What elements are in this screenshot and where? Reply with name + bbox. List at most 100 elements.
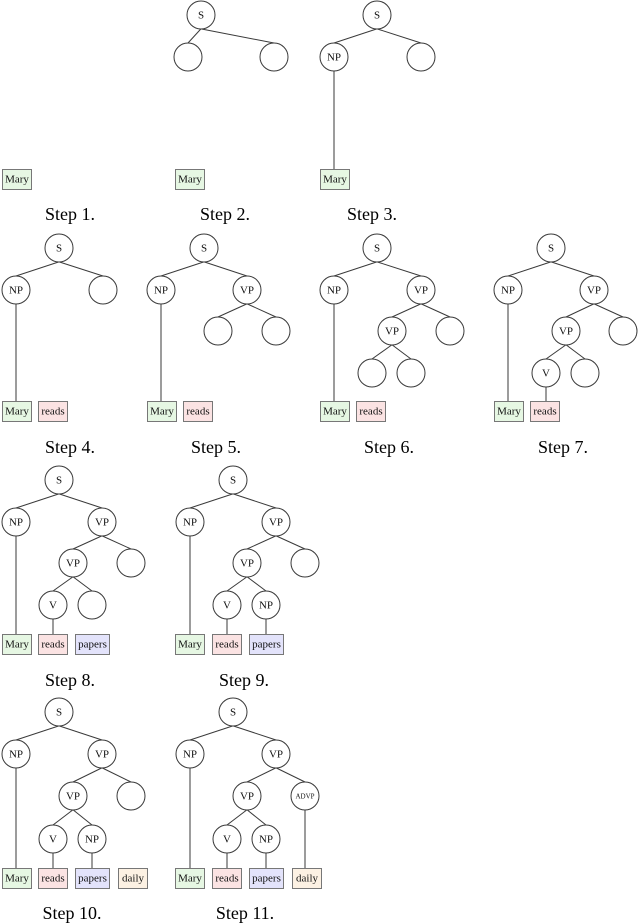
tree-edge bbox=[102, 535, 132, 550]
word-token-mary: Mary bbox=[147, 401, 177, 422]
node-label: S bbox=[56, 243, 62, 255]
tree-node-np: NP bbox=[175, 739, 205, 769]
node-label: NP bbox=[183, 517, 197, 529]
node-circle bbox=[406, 42, 436, 72]
word-text: daily bbox=[296, 873, 318, 885]
tree-node-v: V bbox=[212, 824, 242, 854]
word-text: reads bbox=[41, 639, 64, 651]
word-text: daily bbox=[122, 873, 144, 885]
tree-edge bbox=[246, 767, 276, 783]
tree-node-vp: VP bbox=[232, 548, 262, 578]
tree-node-vp: VP bbox=[261, 507, 291, 537]
step-label: Step 2. bbox=[200, 204, 250, 224]
tree-node-empty bbox=[396, 358, 426, 388]
word-text: papers bbox=[78, 873, 107, 885]
node-circle bbox=[357, 358, 387, 388]
tree-node-empty bbox=[88, 275, 118, 305]
tree-edge bbox=[226, 576, 247, 592]
node-circle bbox=[173, 42, 203, 72]
node-label: NP bbox=[9, 517, 23, 529]
node-label: VP bbox=[587, 285, 601, 297]
tree-node-empty bbox=[570, 358, 600, 388]
word-text: papers bbox=[252, 639, 281, 651]
tree-node-np: NP bbox=[175, 507, 205, 537]
tree-edge bbox=[226, 809, 248, 826]
tree-node-np: NP bbox=[493, 275, 523, 305]
step-panel: S NP VP VP V Mary reads papers Step 8. bbox=[1, 465, 146, 690]
word-text: Mary bbox=[150, 406, 174, 418]
word-text: Mary bbox=[178, 639, 202, 651]
node-label: VP bbox=[414, 285, 428, 297]
tree-node-empty bbox=[435, 316, 465, 346]
tree-node-empty bbox=[116, 781, 146, 811]
word-token-mary: Mary bbox=[2, 634, 32, 655]
tree-node-empty bbox=[203, 316, 233, 346]
tree-node-empty bbox=[406, 42, 436, 72]
step-panel: S NP VP VP V NP Mary reads papers daily Step 10. bbox=[1, 697, 148, 923]
tree-node-np: NP bbox=[146, 275, 176, 305]
step-label: Step 1. bbox=[45, 204, 95, 224]
step-panel: S NP VP VP V Mary reads Step 7. bbox=[493, 233, 638, 457]
word-token-mary: Mary bbox=[175, 634, 205, 655]
node-label: VP bbox=[95, 749, 109, 761]
tree-node-empty bbox=[259, 42, 289, 72]
tree-edge bbox=[371, 344, 392, 360]
tree-edge bbox=[160, 261, 204, 277]
tree-edge bbox=[276, 767, 306, 783]
node-label: NP bbox=[9, 285, 23, 297]
node-label: S bbox=[198, 10, 204, 22]
word-text: reads bbox=[41, 873, 64, 885]
word-token-reads: reads bbox=[38, 401, 68, 422]
node-label: VP bbox=[95, 517, 109, 529]
tree-edge bbox=[377, 28, 422, 44]
node-label: VP bbox=[385, 326, 399, 338]
step-label: Step 6. bbox=[364, 437, 414, 457]
tree-edge bbox=[189, 725, 233, 741]
node-label: V bbox=[542, 368, 550, 380]
node-label: S bbox=[230, 707, 236, 719]
tree-edge bbox=[52, 809, 74, 826]
tree-node-empty bbox=[261, 316, 291, 346]
node-circle bbox=[259, 42, 289, 72]
step-label: Step 4. bbox=[45, 437, 95, 457]
tree-node-np: NP bbox=[319, 275, 349, 305]
tree-node-np: NP bbox=[77, 824, 107, 854]
node-circle bbox=[203, 316, 233, 346]
tree-edge bbox=[15, 725, 59, 741]
node-circle bbox=[88, 275, 118, 305]
node-label: VP bbox=[66, 791, 80, 803]
tree-node-s: S bbox=[186, 0, 216, 30]
tree-edge bbox=[189, 493, 233, 509]
node-circle bbox=[261, 316, 291, 346]
step-panel: S NP VP VP V NP Mary reads papers Step 9. bbox=[175, 465, 320, 690]
word-text: reads bbox=[215, 873, 238, 885]
word-text: Mary bbox=[178, 174, 202, 186]
step-label: Step 5. bbox=[191, 437, 241, 457]
node-circle bbox=[396, 358, 426, 388]
word-text: Mary bbox=[5, 639, 29, 651]
tree-edge bbox=[333, 28, 377, 44]
tree-node-vp: VP bbox=[551, 316, 581, 346]
tree-node-s: S bbox=[189, 233, 219, 263]
node-label: NP bbox=[327, 52, 341, 64]
node-label: NP bbox=[9, 749, 23, 761]
word-text: reads bbox=[533, 406, 556, 418]
tree-edge bbox=[377, 261, 422, 277]
tree-node-vp: VP bbox=[377, 316, 407, 346]
word-token-mary: Mary bbox=[175, 169, 205, 190]
tree-edge bbox=[391, 344, 412, 360]
tree-node-v: V bbox=[38, 590, 68, 620]
word-text: reads bbox=[215, 639, 238, 651]
tree-node-s: S bbox=[44, 697, 74, 727]
word-text: papers bbox=[252, 873, 281, 885]
tree-node-vp: VP bbox=[232, 275, 262, 305]
tree-edge bbox=[594, 303, 624, 318]
word-text: Mary bbox=[5, 174, 29, 186]
node-circle bbox=[116, 548, 146, 578]
tree-edge bbox=[59, 261, 104, 277]
node-label: NP bbox=[85, 834, 99, 846]
tree-edge bbox=[233, 493, 277, 509]
tree-edge bbox=[59, 493, 103, 509]
word-text: reads bbox=[359, 406, 382, 418]
tree-edge bbox=[102, 767, 132, 783]
